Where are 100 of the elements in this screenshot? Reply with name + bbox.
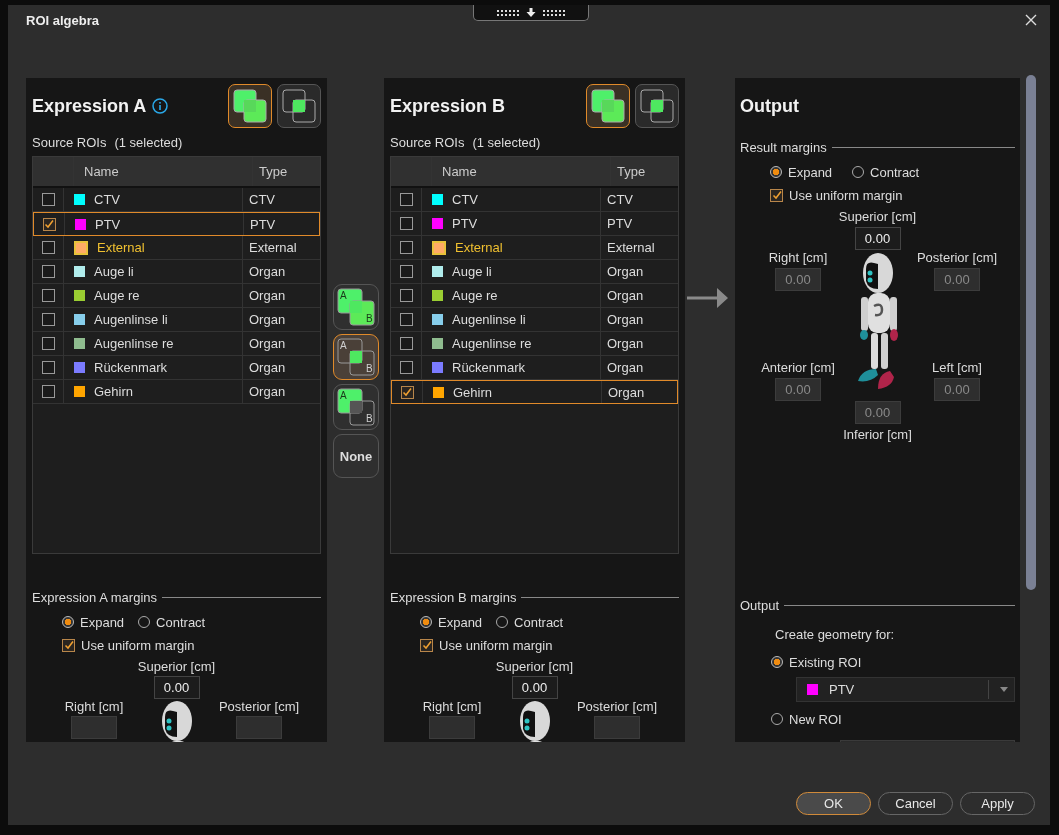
roi-row[interactable]: External External <box>33 236 320 260</box>
caret-icon <box>1000 687 1008 692</box>
roi-row[interactable]: Gehirn Organ <box>391 380 678 404</box>
roi-dropdown[interactable]: PTV <box>796 677 1015 702</box>
radio-option[interactable]: Expand <box>770 163 833 181</box>
operation-button[interactable]: A B <box>333 384 379 430</box>
info-icon[interactable] <box>152 98 169 114</box>
roi-name: PTV <box>452 216 478 231</box>
operation-button[interactable]: None <box>333 434 379 478</box>
field-label: Posterior [cm] <box>916 250 998 265</box>
roi-row[interactable]: Auge li Organ <box>33 260 320 284</box>
down-arrow-icon <box>526 8 536 17</box>
window-title: ROI algebra <box>26 12 99 28</box>
section-title: Expression B margins <box>390 589 517 605</box>
roi-name: Gehirn <box>453 384 493 400</box>
row-checkbox[interactable] <box>400 385 414 399</box>
row-checkbox[interactable] <box>41 385 55 398</box>
uniform-margin-checkbox[interactable]: Use uniform margin <box>770 186 1015 204</box>
selected-count: (1 selected) <box>472 134 541 150</box>
roi-type: Organ <box>249 360 286 375</box>
row-checkbox[interactable] <box>399 337 413 350</box>
radio-option[interactable]: New ROI <box>771 710 1015 728</box>
roi-type: Organ <box>608 384 645 400</box>
row-checkbox[interactable] <box>399 289 413 302</box>
roi-row[interactable]: Augenlinse li Organ <box>33 308 320 332</box>
close-icon[interactable] <box>1025 14 1037 26</box>
roi-row[interactable]: Gehirn Organ <box>33 380 320 404</box>
radio-option[interactable]: Contract <box>138 613 206 631</box>
column-header[interactable]: Name <box>74 157 253 186</box>
field-label: Anterior [cm] <box>761 360 835 375</box>
drag-handle[interactable] <box>473 5 589 21</box>
roi-row[interactable]: Augenlinse re Organ <box>391 332 678 356</box>
row-checkbox[interactable] <box>41 289 55 302</box>
roi-name: Augenlinse re <box>452 336 532 351</box>
radio-option[interactable]: Contract <box>852 163 920 181</box>
uniform-margin-checkbox[interactable]: Use uniform margin <box>420 636 679 654</box>
column-header[interactable]: Type <box>253 157 320 186</box>
field-label: Right [cm] <box>64 699 124 714</box>
roi-type: External <box>607 240 655 255</box>
checkmark-icon <box>771 190 782 200</box>
roi-type: Organ <box>249 312 286 327</box>
section-title: Result margins <box>740 139 827 155</box>
roi-row[interactable]: External External <box>391 236 678 260</box>
roi-row[interactable]: PTV PTV <box>391 212 678 236</box>
roi-type: Organ <box>607 264 644 279</box>
roi-row[interactable]: Rückenmark Organ <box>33 356 320 380</box>
mode-toggle-button[interactable] <box>228 84 272 128</box>
margin-field[interactable]: 0.00 <box>854 227 901 250</box>
roi-row[interactable]: Auge li Organ <box>391 260 678 284</box>
radio-option[interactable]: Existing ROI <box>771 653 1015 671</box>
roi-type: Organ <box>607 288 644 303</box>
roi-row[interactable]: CTV CTV <box>33 188 320 212</box>
scrollbar-thumb[interactable] <box>1026 75 1036 590</box>
row-checkbox[interactable] <box>41 241 55 254</box>
checkmark-icon <box>44 219 54 229</box>
margin-field[interactable]: 0.00 <box>511 676 558 699</box>
row-checkbox[interactable] <box>399 241 413 254</box>
row-checkbox[interactable] <box>41 337 55 350</box>
field-label: Superior [cm] <box>495 659 574 674</box>
row-checkbox[interactable] <box>41 361 55 374</box>
dialog-button[interactable]: Cancel <box>878 792 953 815</box>
field-label: Right [cm] <box>768 250 828 265</box>
roi-name: CTV <box>94 192 120 207</box>
column-header[interactable]: Type <box>611 157 678 186</box>
dialog-button[interactable]: Apply <box>960 792 1035 815</box>
row-checkbox[interactable] <box>42 217 56 231</box>
radio-option[interactable]: Expand <box>420 613 483 631</box>
roi-name: Auge re <box>452 288 498 303</box>
operation-button[interactable]: A B <box>333 334 379 380</box>
row-checkbox[interactable] <box>41 313 55 326</box>
row-checkbox[interactable] <box>399 361 413 374</box>
margin-field[interactable]: 0.00 <box>153 676 200 699</box>
row-checkbox[interactable] <box>399 217 413 230</box>
roi-name: CTV <box>452 192 478 207</box>
dots-icon <box>542 8 566 17</box>
field-label: Superior [cm] <box>137 659 216 674</box>
roi-row[interactable]: PTV PTV <box>33 212 320 236</box>
mode-toggle-button[interactable] <box>277 84 321 128</box>
roi-row[interactable]: Augenlinse re Organ <box>33 332 320 356</box>
mode-toggle-button[interactable] <box>586 84 630 128</box>
mode-toggle-button[interactable] <box>635 84 679 128</box>
column-header[interactable]: Name <box>432 157 611 186</box>
field-label: Inferior [cm] <box>843 427 912 442</box>
row-checkbox[interactable] <box>399 313 413 326</box>
dialog-button[interactable]: OK <box>796 792 871 815</box>
radio-option[interactable]: Expand <box>62 613 125 631</box>
roi-row[interactable]: Augenlinse li Organ <box>391 308 678 332</box>
roi-row[interactable]: Auge re Organ <box>33 284 320 308</box>
row-checkbox[interactable] <box>399 265 413 278</box>
row-checkbox[interactable] <box>399 193 413 206</box>
uniform-margin-checkbox[interactable]: Use uniform margin <box>62 636 321 654</box>
radio-option[interactable]: Contract <box>496 613 564 631</box>
roi-row[interactable]: CTV CTV <box>391 188 678 212</box>
operation-button[interactable]: A B <box>333 284 379 330</box>
row-checkbox[interactable] <box>41 193 55 206</box>
roi-type: PTV <box>607 216 633 231</box>
row-checkbox[interactable] <box>41 265 55 278</box>
roi-row[interactable]: Auge re Organ <box>391 284 678 308</box>
roi-row[interactable]: Rückenmark Organ <box>391 356 678 380</box>
roi-type: Organ <box>249 336 286 351</box>
